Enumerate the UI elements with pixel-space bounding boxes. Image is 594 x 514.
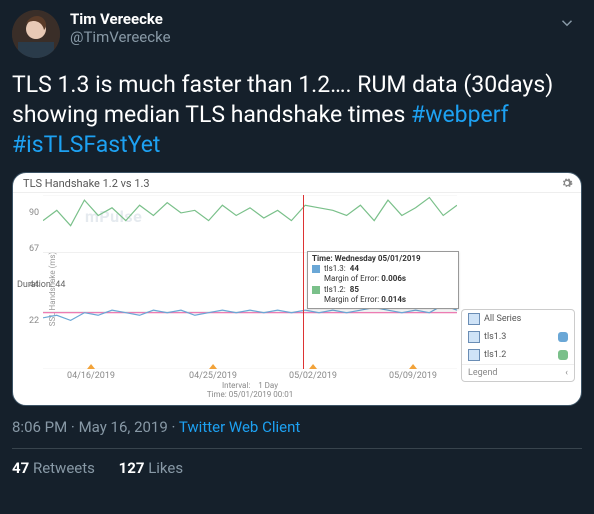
legend-checkbox-all (468, 313, 480, 325)
legend-checkbox-tls12 (468, 349, 480, 361)
tooltip-s1-label: tls1.3: (324, 264, 346, 274)
tooltip-s2-value: 85 (350, 285, 359, 295)
tweet-stats: 47 Retweets 127 Likes (12, 459, 582, 477)
y-tick: 90 (29, 208, 39, 218)
tweet-card: Tim Vereecke @TimVereecke TLS 1.3 is muc… (0, 0, 594, 491)
chart-title-bar: TLS Handshake 1.2 vs 1.3 (13, 173, 581, 193)
chevron-left-icon: ‹ (565, 368, 568, 378)
hashtag-link[interactable]: #isTLSFastYet (12, 131, 160, 158)
tooltip-s2-moe-value: 0.014s (381, 295, 406, 304)
tweet-source-link[interactable]: Twitter Web Client (179, 418, 300, 436)
likes-count: 127 (119, 459, 145, 477)
more-menu-button[interactable] (552, 10, 582, 36)
user-block[interactable]: Tim Vereecke @TimVereecke (70, 10, 552, 46)
tooltip-s1-value: 44 (350, 264, 359, 274)
x-tick: 05/09/2019 (389, 364, 437, 381)
avatar[interactable] (12, 10, 60, 58)
x-tick: 05/02/2019 (289, 364, 337, 381)
retweets-stat[interactable]: 47 Retweets (12, 459, 99, 477)
retweets-label: Retweets (33, 459, 95, 477)
x-axis-caption: Interval: 1 Day Time: 05/01/2019 00:01 (43, 381, 457, 399)
retweets-count: 47 (12, 459, 29, 477)
tweet-date: May 16, 2019 (79, 418, 168, 436)
display-name: Tim Vereecke (70, 10, 552, 28)
time-cursor-line (303, 195, 304, 369)
embedded-chart-image[interactable]: TLS Handshake 1.2 vs 1.3 mPulse SSL Hand… (12, 172, 582, 406)
legend-swatch-tls13 (558, 332, 568, 342)
legend-footer-label: Legend (468, 368, 498, 378)
legend-all-label: All Series (484, 314, 521, 324)
interval-label: Interval: (222, 381, 250, 390)
tooltip-time: Time: Wednesday 05/01/2019 (312, 254, 421, 263)
tooltip-s1-moe-label: Margin of Error: (324, 274, 379, 283)
y-tick: 67 (29, 244, 39, 254)
likes-label: Likes (148, 459, 183, 477)
x-tick: 04/25/2019 (189, 364, 237, 381)
chevron-down-icon (558, 14, 576, 32)
interval-value: 1 Day (258, 381, 278, 390)
tooltip-swatch-tls13 (312, 265, 320, 273)
x-tick: 04/16/2019 (67, 364, 115, 381)
legend-tls12-label: tls1.2 (484, 350, 506, 360)
tooltip-s2-moe-label: Margin of Error: (324, 295, 379, 304)
tweet-header: Tim Vereecke @TimVereecke (12, 10, 582, 58)
tooltip-s2-label: tls1.2: (324, 285, 346, 295)
tweet-text: TLS 1.3 is much faster than 1.2…. RUM da… (12, 70, 582, 160)
chart-title: TLS Handshake 1.2 vs 1.3 (23, 177, 150, 190)
tooltip-s1-moe-value: 0.006s (381, 274, 406, 283)
legend-tls13-label: tls1.3 (484, 332, 506, 342)
time-caption: Time: 05/01/2019 00:01 (43, 390, 457, 399)
tooltip-swatch-tls12 (312, 286, 320, 294)
likes-stat[interactable]: 127 Likes (119, 459, 183, 477)
legend-swatch-tls12 (558, 350, 568, 360)
tweet-meta: 8:06 PM · May 16, 2019 · Twitter Web Cli… (12, 418, 582, 436)
divider (12, 448, 582, 449)
hashtag-link[interactable]: #webperf (411, 101, 509, 128)
legend-checkbox-tls13 (468, 331, 480, 343)
y-tick: 22 (29, 316, 39, 326)
user-handle: @TimVereecke (70, 28, 552, 46)
chart-tooltip: Time: Wednesday 05/01/2019 tls1.3: 44 Ma… (307, 251, 459, 309)
chart-legend: All Series tls1.3 tls1.2 Legend ‹ (461, 309, 575, 382)
gear-icon (561, 177, 573, 189)
tweet-time: 8:06 PM (12, 418, 67, 436)
